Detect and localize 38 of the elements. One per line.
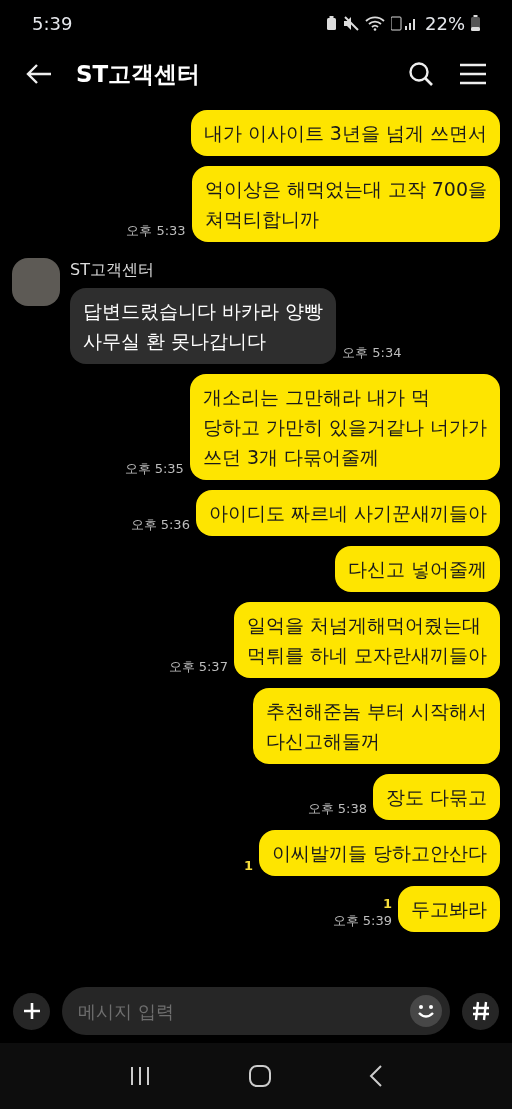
sent-message: 추천해준놈 부터 시작해서 다신고해둘꺼 [252,688,500,764]
battery-icon [471,15,480,31]
sent-message: 개소리는 그만해라 내가 먹 당하고 가만히 있을거같나 너가가 쓰던 3개 다묶어줄께 [189,374,500,480]
mute-icon [343,15,359,31]
message-time: 오후 5:35 [124,460,184,478]
add-button[interactable] [13,992,50,1030]
hashtag-icon [471,1001,490,1021]
message-time: 오후 5:36 [130,516,190,534]
sent-message: 장도 다묶고 [372,774,500,820]
message-time: 오후 5:38 [307,800,367,818]
status-time: 5:39 [32,11,73,36]
recent-apps-icon[interactable] [129,1066,151,1086]
battery-percent: 22% [425,11,465,36]
message-time: 오후 5:37 [168,658,228,676]
plus-icon [22,1002,41,1020]
sent-message: 두고봐라 [398,886,500,932]
chat-title: ST고객센터 [76,59,201,89]
back-icon[interactable] [369,1065,383,1087]
message-time: 오후 5:39 [332,912,392,930]
wifi-icon [365,15,385,31]
hashtag-button[interactable] [462,992,499,1030]
battery-saver-icon [326,15,337,31]
avatar[interactable] [12,258,60,306]
sent-message: 아이디도 짜르네 사기꾼새끼들아 [195,490,500,536]
home-icon[interactable] [249,1065,271,1087]
sent-message: 내가 이사이트 3년을 넘게 쓰면서 [190,110,500,156]
sent-message: 억이상은 해먹었는대 고작 700을 쳐먹티합니까 [191,166,500,242]
message-input[interactable]: 메시지 입력 [62,987,450,1035]
unread-count: 1 [243,858,253,874]
sent-message: 다신고 넣어줄께 [334,546,500,592]
sent-message: 이씨발끼들 당하고안산다 [258,830,500,876]
message-time: 오후 5:33 [126,222,186,240]
sent-message: 일억을 처넘게해먹어줬는대 먹튀를 하네 모자란새끼들아 [233,602,500,678]
received-message: 답변드렸습니다 바카라 양빵 사무실 환 못나갑니다 [70,288,337,364]
emoji-icon[interactable] [410,995,442,1027]
sender-name: ST고객센터 [70,259,155,281]
message-time: 오후 5:34 [342,344,402,362]
unread-count: 1 [382,896,392,912]
